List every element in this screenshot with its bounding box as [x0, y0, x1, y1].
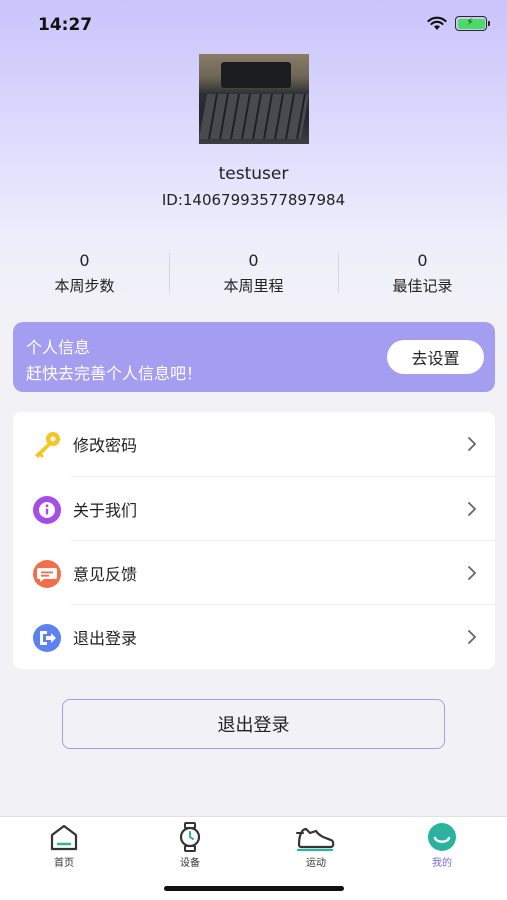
menu-item-label: 退出登录: [73, 628, 138, 648]
menu-item-label: 意见反馈: [73, 564, 138, 584]
tab-home[interactable]: 首页: [14, 821, 114, 869]
avatar-photo-keyboard: [199, 94, 309, 139]
stat-label: 本周里程: [223, 277, 284, 295]
stat-label: 本周步数: [54, 277, 115, 295]
exit-icon: [33, 624, 61, 652]
info-icon: [33, 496, 61, 524]
stat-weekly-distance: 0 本周里程: [169, 248, 338, 298]
stat-value: 0: [417, 251, 428, 270]
home-indicator: [164, 886, 344, 891]
profile-icon: [428, 823, 456, 851]
shoe-icon: [296, 827, 335, 852]
status-icons: ⚡: [427, 16, 490, 31]
status-time: 14:27: [38, 15, 93, 35]
key-icon: [35, 432, 60, 458]
tab-mine[interactable]: 我的: [392, 821, 492, 869]
avatar-photo-detail: [221, 62, 291, 88]
menu-item-change-password[interactable]: 修改密码: [13, 412, 495, 476]
stat-value: 0: [248, 251, 259, 270]
stat-label: 最佳记录: [392, 277, 453, 295]
stats-row: 0 本周步数 0 本周里程 0 最佳记录: [0, 248, 507, 298]
info-card-title: 个人信息: [26, 338, 91, 357]
chevron-right-icon: [468, 502, 477, 516]
go-settings-button[interactable]: 去设置: [387, 340, 484, 374]
stat-weekly-steps: 0 本周步数: [0, 248, 169, 298]
menu-item-label: 修改密码: [73, 436, 138, 455]
menu-item-about-us[interactable]: 关于我们: [33, 476, 495, 540]
wifi-icon: [427, 16, 447, 30]
tab-device[interactable]: 设备: [140, 821, 240, 869]
status-bar: 14:27 ⚡: [0, 0, 507, 50]
stat-best-record: 0 最佳记录: [338, 248, 507, 298]
feedback-icon: [33, 560, 61, 588]
menu-item-feedback[interactable]: 意见反馈: [33, 540, 495, 604]
info-card-subtitle: 赶快去完善个人信息吧！: [26, 364, 203, 383]
home-icon: [50, 824, 78, 851]
watch-icon: [179, 822, 201, 852]
menu-item-label: 关于我们: [73, 500, 138, 520]
menu-item-logout[interactable]: 退出登录: [33, 604, 495, 668]
chevron-right-icon: [468, 630, 477, 644]
chevron-right-icon: [468, 437, 477, 451]
tab-label: 设备: [180, 858, 200, 869]
tab-label: 首页: [54, 858, 74, 869]
username: testuser: [218, 164, 289, 184]
tab-sport[interactable]: 运动: [266, 821, 366, 869]
personal-info-card: 个人信息 赶快去完善个人信息吧！ 去设置: [13, 322, 495, 392]
chevron-right-icon: [468, 566, 477, 580]
avatar[interactable]: [199, 54, 309, 144]
user-id: ID:14067993577897984: [161, 191, 346, 209]
tab-label: 运动: [306, 858, 326, 869]
stat-value: 0: [79, 251, 90, 270]
tab-label: 我的: [432, 858, 452, 869]
settings-menu: 修改密码 关于我们 意见反馈 退出登录: [13, 412, 495, 669]
battery-charging-icon: ⚡: [455, 16, 490, 31]
logout-button[interactable]: 退出登录: [62, 699, 445, 749]
